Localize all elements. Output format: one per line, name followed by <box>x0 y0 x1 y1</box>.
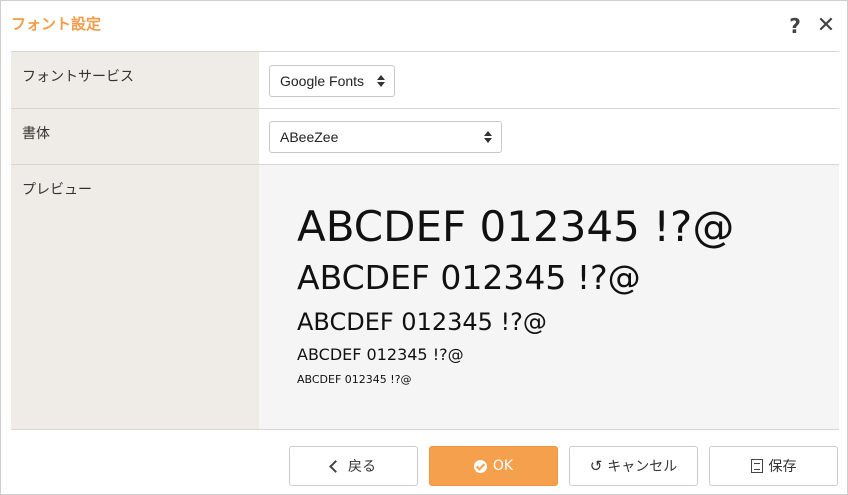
preview-row: プレビュー ABCDEF 012345 !?@ ABCDEF 012345 !?… <box>11 165 839 429</box>
settings-form: フォントサービス Google Fonts 書体 ABeeZee プレビュー A… <box>11 51 839 430</box>
close-icon[interactable]: ✕ <box>814 13 838 39</box>
select-arrows-icon <box>484 131 492 143</box>
font-service-row: フォントサービス Google Fonts <box>11 52 839 109</box>
font-service-label: フォントサービス <box>11 52 259 108</box>
chevron-left-icon <box>329 459 342 473</box>
font-service-select[interactable]: Google Fonts <box>269 65 395 97</box>
cancel-button[interactable]: ↺ キャンセル <box>569 446 698 486</box>
save-button[interactable]: 保存 <box>709 446 838 486</box>
preview-line-md: ABCDEF 012345 !?@ <box>297 308 547 336</box>
undo-icon: ↺ <box>589 457 603 475</box>
dialog-title: フォント設定 <box>11 15 102 33</box>
preview-line-xs: ABCDEF 012345 !?@ <box>297 373 412 386</box>
preview-line-xl: ABCDEF 012345 !?@ <box>297 202 735 251</box>
ok-button[interactable]: OK <box>429 446 558 486</box>
check-circle-icon <box>473 459 487 473</box>
preview-area: ABCDEF 012345 !?@ ABCDEF 012345 !?@ ABCD… <box>259 165 839 429</box>
document-icon <box>750 459 763 473</box>
preview-label: プレビュー <box>11 165 259 429</box>
font-settings-dialog: フォント設定 ? ✕ フォントサービス Google Fonts 書体 ABee… <box>0 0 848 495</box>
select-arrows-icon <box>377 75 385 87</box>
typeface-label: 書体 <box>11 109 259 164</box>
font-service-value: Google Fonts <box>280 73 365 89</box>
font-service-cell: Google Fonts <box>259 52 839 108</box>
back-button-label: 戻る <box>348 459 376 475</box>
back-button[interactable]: 戻る <box>289 446 418 486</box>
typeface-row: 書体 ABeeZee <box>11 109 839 165</box>
typeface-value: ABeeZee <box>280 129 339 145</box>
cancel-button-label: キャンセル <box>607 459 678 475</box>
typeface-select[interactable]: ABeeZee <box>269 121 502 153</box>
typeface-cell: ABeeZee <box>259 109 839 164</box>
save-button-label: 保存 <box>768 459 797 475</box>
ok-button-label: OK <box>492 458 514 474</box>
preview-line-sm: ABCDEF 012345 !?@ <box>297 345 464 364</box>
help-icon[interactable]: ? <box>783 13 807 39</box>
dialog-title-bar: フォント設定 ? ✕ <box>1 1 847 51</box>
preview-line-lg: ABCDEF 012345 !?@ <box>297 258 641 297</box>
